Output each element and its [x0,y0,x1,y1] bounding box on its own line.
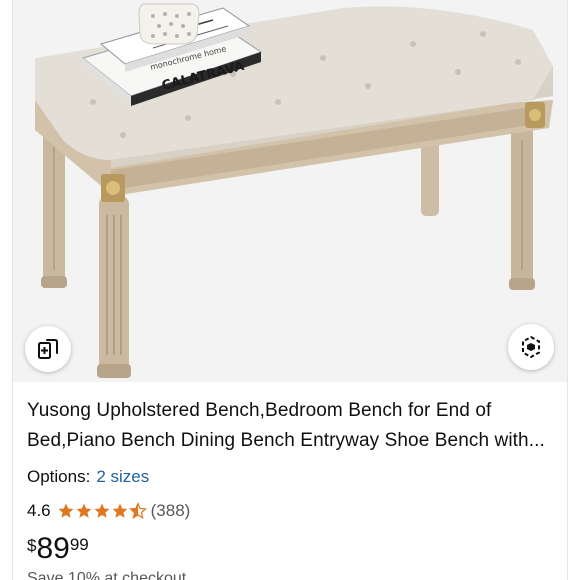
bench-illustration: monochrome home CALATRAVA [35,3,553,378]
options-row: Options: 2 sizes [27,466,149,488]
options-link[interactable]: 2 sizes [96,467,149,486]
view-3d-icon [522,335,540,359]
price: $89 99 [27,532,89,568]
rating-row[interactable]: 4.6 (388) [27,500,190,522]
compare-button[interactable] [25,326,71,372]
product-card[interactable]: monochrome home CALATRAVA Yusong Upholst… [12,0,568,580]
product-title[interactable]: Yusong Upholstered Bench,Bedroom Bench f… [27,396,563,456]
star-icon [94,503,110,518]
compare-cards-icon [38,339,58,359]
product-image[interactable]: monochrome home CALATRAVA [13,0,567,382]
view-3d-button[interactable] [508,324,554,370]
options-label: Options: [27,467,91,486]
star-icon [76,503,92,518]
price-fraction: 99 [69,535,89,554]
star-icon [58,503,74,518]
rating-value: 4.6 [27,501,51,520]
star-rating [57,502,147,520]
savings-text: Save 10% at checkout [27,570,187,580]
star-icon [112,503,128,518]
review-count[interactable]: (388) [151,501,191,521]
price-symbol: $ [27,536,37,555]
star-half-icon [128,502,147,519]
price-whole: 89 [36,532,70,565]
